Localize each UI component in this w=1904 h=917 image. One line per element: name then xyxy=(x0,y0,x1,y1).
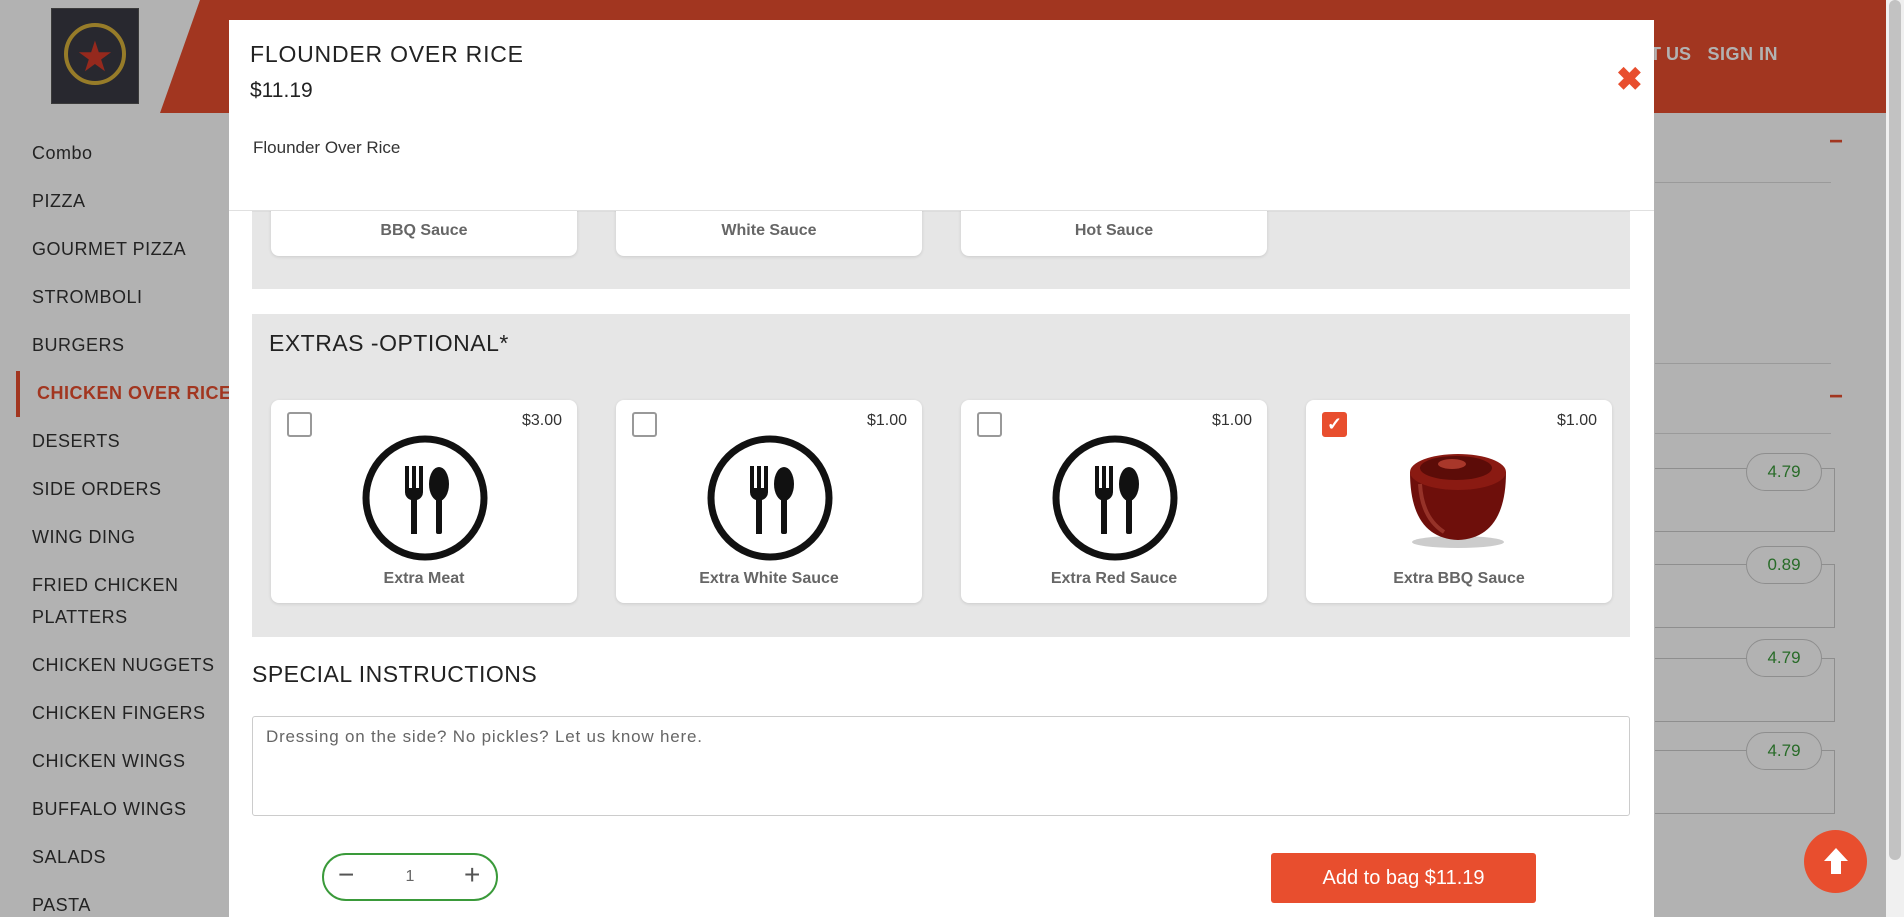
utensils-icon xyxy=(707,435,833,561)
decrement-button[interactable]: − xyxy=(338,859,354,891)
add-to-bag-button[interactable]: Add to bag $11.19 xyxy=(1271,853,1536,903)
option-label: Hot Sauce xyxy=(1074,222,1154,239)
extra-option-card[interactable]: $1.00 Extra White Sauce xyxy=(616,400,922,603)
utensils-icon xyxy=(1052,435,1178,561)
option-price: $1.00 xyxy=(1211,412,1252,429)
quantity-value[interactable]: 1 xyxy=(400,868,420,886)
extra-option-card[interactable]: ✓ $1.00 Extra BBQ Sauce xyxy=(1306,400,1612,603)
item-price: $11.19 xyxy=(250,79,313,102)
item-title: FLOUNDER OVER RICE xyxy=(250,41,524,67)
option-price: $1.00 xyxy=(1556,412,1597,429)
group-title: EXTRAS -OPTIONAL* xyxy=(269,330,509,356)
option-label: Extra BBQ Sauce xyxy=(1393,570,1525,587)
scrollbar-thumb[interactable] xyxy=(1889,0,1901,860)
arrow-up-icon xyxy=(1822,843,1850,876)
option-checkbox[interactable] xyxy=(287,412,312,437)
extra-option-card[interactable]: $1.00 Extra Red Sauce xyxy=(961,400,1267,603)
utensils-icon xyxy=(362,435,488,561)
option-label: Extra Red Sauce xyxy=(1050,570,1178,587)
special-instructions-input[interactable] xyxy=(252,716,1630,816)
option-label: BBQ Sauce xyxy=(380,222,468,239)
extra-option-card[interactable]: $3.00 Extra Meat xyxy=(271,400,577,603)
option-label: White Sauce xyxy=(721,222,817,239)
option-checkbox[interactable] xyxy=(977,412,1002,437)
item-description: Flounder Over Rice xyxy=(253,138,401,157)
option-price: $1.00 xyxy=(866,412,907,429)
bbq-sauce-image xyxy=(1410,454,1506,548)
option-checkbox[interactable] xyxy=(632,412,657,437)
item-modal: FLOUNDER OVER RICE $11.19 ✖ Flounder Ove… xyxy=(229,20,1654,917)
option-label: Extra Meat xyxy=(383,570,465,587)
quantity-stepper: − 1 + xyxy=(322,853,498,901)
increment-button[interactable]: + xyxy=(464,859,480,891)
option-label: Extra White Sauce xyxy=(699,570,839,587)
special-instructions-title: SPECIAL INSTRUCTIONS xyxy=(252,661,538,687)
close-icon[interactable]: ✖ xyxy=(1616,60,1643,98)
option-checkbox-checked[interactable]: ✓ xyxy=(1322,412,1347,437)
scroll-to-top-button[interactable] xyxy=(1804,830,1867,893)
option-price: $3.00 xyxy=(521,412,562,429)
